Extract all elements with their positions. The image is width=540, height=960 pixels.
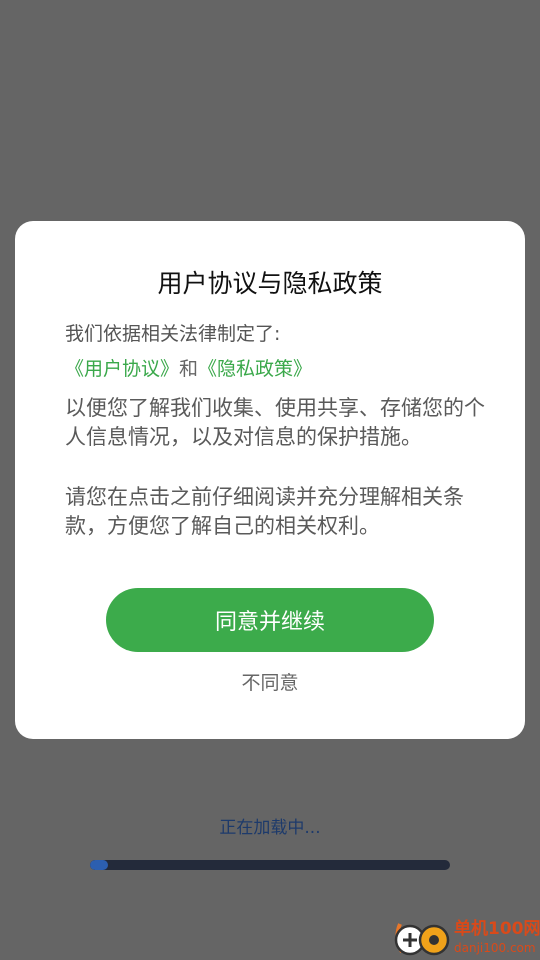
- dialog-intro: 我们依据相关法律制定了:: [65, 323, 281, 345]
- watermark: 单机100网 danji100.com: [392, 916, 540, 960]
- disagree-button[interactable]: 不同意: [220, 666, 320, 696]
- loading-progress-bar: [90, 860, 450, 870]
- dialog-title: 用户协议与隐私政策: [157, 269, 383, 298]
- notice-paragraph: 请您在点击之前仔细阅读并充分理解相关条款，方便您了解自己的相关权利。: [65, 485, 464, 538]
- watermark-name: 单机100网: [454, 919, 540, 939]
- privacy-policy-link[interactable]: 《隐私政策》: [198, 358, 312, 380]
- agreement-links: 《用户协议》和《隐私政策》: [65, 354, 312, 384]
- danji-logo-icon: [394, 923, 450, 956]
- loading-text: 正在加载中...: [219, 818, 321, 838]
- info-paragraph: 以便您了解我们收集、使用共享、存储您的个人信息情况，以及对信息的保护措施。: [65, 396, 485, 449]
- loading-progress-fill: [90, 860, 108, 870]
- watermark-url: danji100.com: [454, 941, 536, 955]
- agree-button[interactable]: 同意并继续: [106, 588, 434, 652]
- conjunction-text: 和: [179, 358, 199, 380]
- user-agreement-link[interactable]: 《用户协议》: [65, 358, 179, 380]
